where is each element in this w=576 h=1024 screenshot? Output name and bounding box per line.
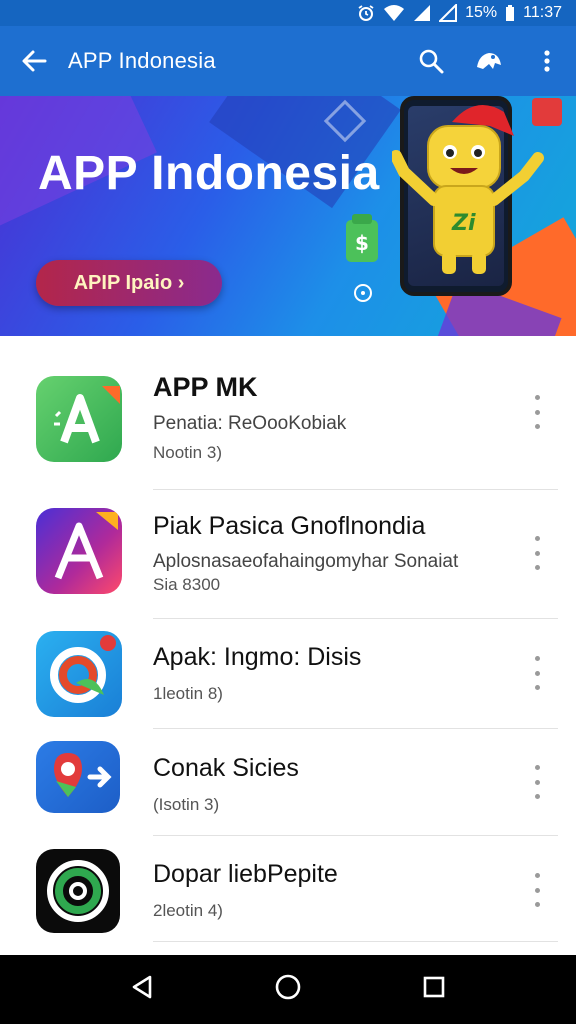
battery-icon [505, 4, 515, 22]
app-name: Conak Sicies [153, 754, 299, 782]
svg-text:Zi: Zi [451, 211, 476, 236]
mascot-illustration: Zi [392, 104, 544, 274]
dark-circle-app-icon [36, 849, 120, 933]
app-bar: APP Indonesia [0, 26, 576, 96]
signal-icon [413, 4, 431, 22]
app-meta: (Isotin 3) [153, 795, 220, 814]
list-item[interactable]: Dopar liebPepite 2leotin 4) [0, 836, 576, 946]
app-description: Aplosnasaeofahaingomyhar Sonaiat [153, 551, 459, 572]
more-options-icon[interactable] [526, 395, 548, 429]
back-triangle-icon[interactable] [130, 974, 154, 1005]
app-meta: Nootin 3) [153, 443, 222, 462]
list-item[interactable]: APP MK Penatia: ReOooKobiak Nootin 3) [0, 352, 576, 490]
status-bar: 15% 11:37 [0, 0, 576, 26]
more-options-icon[interactable] [526, 536, 548, 570]
more-vert-icon[interactable] [518, 26, 576, 96]
maps-app-icon [36, 741, 120, 813]
app-name: Dopar liebPepite [153, 860, 338, 888]
divider [153, 941, 558, 942]
back-arrow-icon[interactable] [0, 26, 68, 96]
app-description: Penatia: ReOooKobiak [153, 413, 347, 434]
blue-circle-app-icon [36, 631, 122, 717]
page-title: APP Indonesia [68, 48, 216, 73]
signal-icon-2 [439, 4, 458, 22]
banner-button[interactable]: APIP Ipaio › [36, 260, 222, 306]
app-meta: 1leotin 8) [153, 684, 223, 703]
more-options-icon[interactable] [526, 873, 548, 907]
app-list: APP MK Penatia: ReOooKobiak Nootin 3) Pi… [0, 352, 576, 946]
home-badge-icon [532, 98, 562, 126]
alarm-icon [357, 4, 375, 22]
app-name: Piak Pasica Gnoflnondia [153, 512, 426, 540]
home-circle-icon[interactable] [274, 973, 302, 1006]
wifi-icon [383, 4, 405, 22]
list-item[interactable]: Conak Sicies (Isotin 3) [0, 729, 576, 836]
clock: 11:37 [523, 4, 562, 21]
app-name: APP MK [153, 372, 258, 402]
app-meta: Sia 8300 [153, 575, 221, 594]
banner-title: APP Indonesia [38, 147, 380, 200]
search-icon[interactable] [402, 26, 460, 96]
app-name: Apak: Ingmo: Disis [153, 643, 362, 671]
list-item[interactable]: Apak: Ingmo: Disis 1leotin 8) [0, 619, 576, 729]
svg-text:$: $ [355, 231, 369, 255]
purple-app-icon [36, 508, 122, 594]
list-item[interactable]: Piak Pasica Gnoflnondia Aplosnasaeofahai… [0, 490, 576, 619]
money-illustration: $ [346, 214, 378, 262]
green-app-icon [36, 376, 122, 462]
nav-bar [0, 955, 576, 1024]
recents-square-icon[interactable] [422, 975, 446, 1004]
app-meta: 2leotin 4) [153, 901, 223, 920]
promo-banner[interactable]: APP Indonesia APIP Ipaio › Zi $ [0, 96, 576, 336]
more-options-icon[interactable] [526, 656, 548, 690]
notification-icon[interactable] [460, 26, 518, 96]
more-options-icon[interactable] [526, 765, 548, 799]
battery-percent: 15% [465, 4, 498, 21]
target-icon [354, 284, 372, 302]
